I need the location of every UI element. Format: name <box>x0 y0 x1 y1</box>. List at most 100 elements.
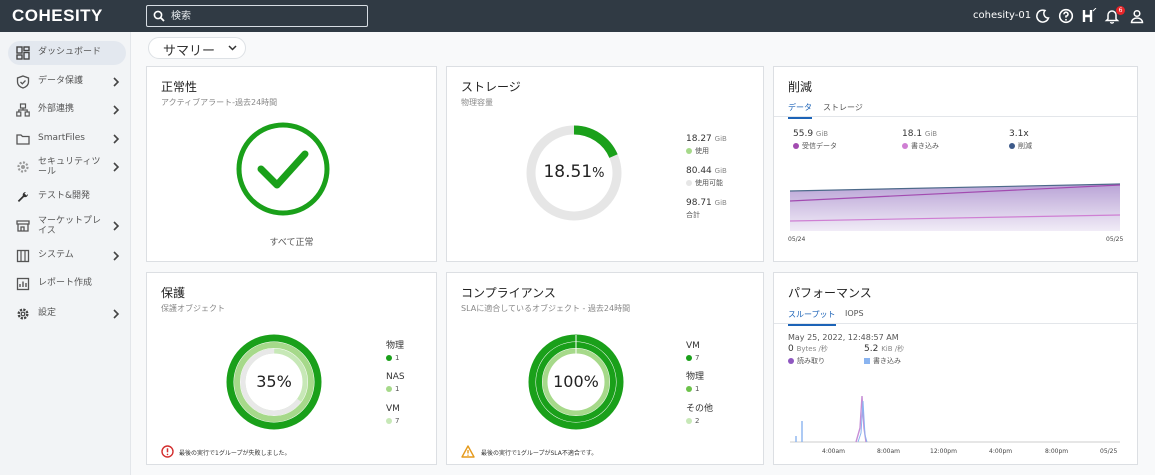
helios-icon[interactable] <box>1081 8 1097 24</box>
sidebar-item-system[interactable]: システム <box>8 244 126 268</box>
nas-dot <box>386 385 392 392</box>
reduction-area-chart <box>790 183 1121 231</box>
sidebar-item-label: システム <box>38 250 74 260</box>
sidebar-item-settings[interactable]: 設定 <box>8 302 126 326</box>
received-area <box>790 184 1120 231</box>
sidebar-item-integrations[interactable]: 外部連携 <box>8 98 126 122</box>
compliance-other-count: 2 <box>695 417 700 425</box>
written-legend: 18.1 GiB 書き込み <box>902 128 939 152</box>
server-icon <box>16 249 30 263</box>
received-legend: 55.9 GiB 受信データ <box>793 128 837 152</box>
vm-dot <box>386 417 392 424</box>
storage-available-value: 80.44 <box>686 166 712 176</box>
search-box[interactable] <box>146 5 368 27</box>
protection-card[interactable]: 保護 保護オブジェクト 35% 物理 1 NAS 1 VM 7 最後の実行で1グ… <box>146 272 437 465</box>
reduction-card[interactable]: 削減 データ ストレージ 55.9 GiB 受信データ 18.1 GiB 書き込… <box>773 66 1138 262</box>
perf-x-tick-0: 4:00am <box>822 448 845 455</box>
perf-x-tick-5: 05/25 <box>1100 448 1118 455</box>
received-dot <box>793 142 799 149</box>
cluster-name[interactable]: cohesity-01 <box>973 10 1031 21</box>
report-chart-icon <box>16 277 30 291</box>
compliance-vm-legend: VM 7 <box>686 340 700 364</box>
protection-nas-legend: NAS 1 <box>386 371 405 395</box>
sidebar-item-security-tools[interactable]: セキュリティツール <box>8 155 126 179</box>
sidebar-item-test-dev[interactable]: テスト&開発 <box>8 185 126 209</box>
performance-card[interactable]: パフォーマンス スループット IOPS May 25, 2022, 12:48:… <box>773 272 1138 465</box>
storage-total-value: 98.71 <box>686 198 712 208</box>
summary-dropdown-label: サマリー <box>163 44 216 59</box>
read-label: 読み取り <box>797 357 825 365</box>
physical-dot <box>386 354 392 361</box>
sidebar-item-label: SmartFiles <box>38 133 85 143</box>
sidebar-item-label: マーケットプレイス <box>38 216 102 236</box>
other-dot <box>686 417 692 424</box>
protection-footnote[interactable]: 最後の実行で1グループが失敗しました。 <box>179 448 290 457</box>
storage-available-unit: GiB <box>714 167 727 175</box>
ratio-legend: 3.1x 削減 <box>1009 128 1032 152</box>
storage-total-legend: 98.71 GiB 合計 <box>686 197 727 221</box>
storage-available-legend: 80.44 GiB 使用可能 <box>686 165 727 189</box>
sidebar-item-smartfiles[interactable]: SmartFiles <box>8 127 126 151</box>
reduction-title: 削減 <box>788 80 813 94</box>
compliance-other-label: その他 <box>686 404 714 414</box>
write-legend: 5.2 KiB /秒 書き込み <box>864 343 904 367</box>
cohesity-logo[interactable]: COHESITY <box>12 6 103 26</box>
compliance-subtitle: SLAに適合しているオブジェクト - 過去24時間 <box>461 304 631 313</box>
storage-card[interactable]: ストレージ 物理容量 18.51% 18.27 GiB 使用 80.44 GiB… <box>446 66 764 262</box>
read-unit: Bytes /秒 <box>796 345 828 353</box>
written-value: 18.1 <box>902 129 923 139</box>
perf-x-tick-1: 8:00am <box>877 448 900 455</box>
storage-total-unit: GiB <box>714 199 727 207</box>
reduction-x-start: 05/24 <box>788 236 806 243</box>
perf-x-tick-3: 4:00pm <box>989 448 1013 455</box>
write-square <box>864 357 870 364</box>
received-label: 受信データ <box>802 142 837 150</box>
perf-x-tick-4: 8:00pm <box>1045 448 1069 455</box>
available-dot <box>686 179 692 186</box>
storage-used-label: 使用 <box>695 147 709 155</box>
protection-physical-label: 物理 <box>386 341 405 351</box>
health-card[interactable]: 正常性 アクティブアラート-過去24時間 すべて正常 <box>146 66 437 262</box>
summary-dropdown[interactable]: サマリー <box>148 37 246 59</box>
tab-divider <box>774 116 1137 117</box>
reduction-x-end: 05/25 <box>1106 236 1124 243</box>
read-value: 0 <box>788 344 794 354</box>
protection-vm-legend: VM 7 <box>386 403 400 427</box>
tab-iops[interactable]: IOPS <box>845 309 864 322</box>
protection-title: 保護 <box>161 286 186 300</box>
help-icon[interactable] <box>1058 8 1074 24</box>
storage-used-value: 18.27 <box>686 134 712 144</box>
storage-title: ストレージ <box>461 80 521 94</box>
sidebar: ダッシュボード データ保護 外部連携 SmartFiles セキュリティツール … <box>0 32 131 475</box>
sidebar-item-label: 設定 <box>38 308 57 318</box>
performance-chart <box>790 395 1120 443</box>
security-gear-icon <box>17 161 29 173</box>
moon-icon[interactable] <box>1035 8 1051 24</box>
tab-divider <box>774 323 1137 324</box>
sidebar-item-reporting[interactable]: レポート作成 <box>8 272 126 296</box>
compliance-card[interactable]: コンプライアンス SLAに適合しているオブジェクト - 過去24時間 100% … <box>446 272 764 465</box>
wrench-icon <box>17 191 29 202</box>
warning-icon <box>461 445 475 458</box>
error-icon <box>161 445 174 458</box>
read-legend: 0 Bytes /秒 読み取り <box>788 343 828 367</box>
user-icon[interactable] <box>1129 8 1145 24</box>
sidebar-item-label: セキュリティツール <box>38 157 101 177</box>
ratio-dot <box>1009 142 1015 149</box>
sidebar-item-marketplace[interactable]: マーケットプレイス <box>8 214 126 238</box>
used-dot <box>686 147 692 154</box>
network-icon <box>16 103 30 117</box>
tab-storage[interactable]: ストレージ <box>823 102 863 117</box>
chevron-right-icon <box>113 162 120 172</box>
performance-timestamp: May 25, 2022, 12:48:57 AM <box>788 333 899 342</box>
search-input[interactable] <box>171 8 361 24</box>
gear-icon <box>17 308 29 320</box>
search-icon <box>153 10 165 22</box>
check-circle-icon <box>236 122 330 216</box>
sidebar-item-data-protection[interactable]: データ保護 <box>8 70 126 94</box>
written-unit: GiB <box>924 130 938 138</box>
compliance-footnote[interactable]: 最後の実行で1グループがSLA不適合です。 <box>481 448 597 457</box>
protection-physical-legend: 物理 1 <box>386 340 404 364</box>
health-title: 正常性 <box>161 80 198 94</box>
sidebar-item-dashboard[interactable]: ダッシュボード <box>8 41 126 65</box>
